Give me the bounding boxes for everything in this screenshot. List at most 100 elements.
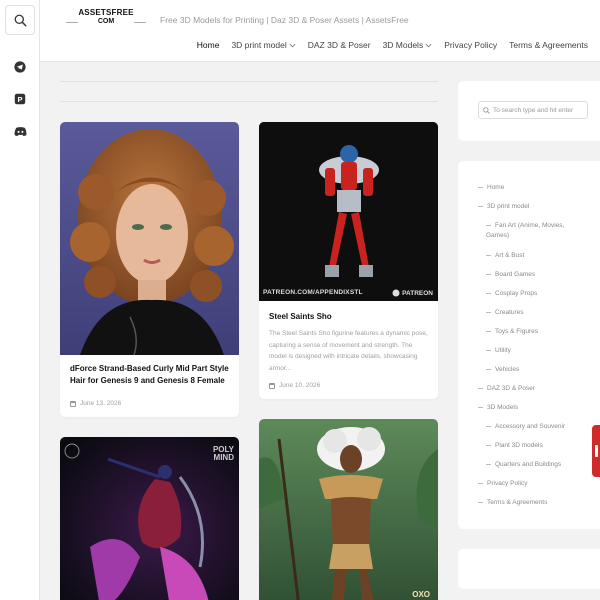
menu-item-board-games[interactable]: Board Games	[478, 270, 596, 279]
logo-rule-left	[66, 22, 78, 23]
menu-item-label: Home	[487, 184, 505, 191]
menu-item-label: Creatures	[495, 309, 524, 316]
patreon-label: PATREON	[402, 289, 433, 297]
nav-label: 3D print model	[231, 40, 287, 50]
floating-side-tab[interactable]	[592, 425, 600, 477]
menu-item-quarters-buildings[interactable]: Quarters and Buildings	[478, 460, 596, 469]
menu-item-label: DAZ 3D & Poser	[487, 385, 536, 392]
post-card[interactable]: PATREON.COM/APPENDIXSTL PATREON Steel Sa…	[259, 122, 438, 399]
pinterest-link[interactable]: P	[13, 92, 27, 106]
menu-item-label: Utility	[495, 347, 511, 354]
post-date-text: June 13, 2026	[80, 400, 122, 407]
menu-item-terms[interactable]: Terms & Agreements	[478, 498, 596, 507]
search-placeholder: To search type and hit enter	[493, 106, 574, 114]
thumbnail-watermark: POLY MIND	[212, 445, 234, 462]
menu-item-fan-art[interactable]: Fan Art (Anime, Movies, Games)	[478, 221, 588, 241]
menu-item-label: Fan Art (Anime, Movies, Games)	[486, 222, 565, 239]
nav-label: Privacy Policy	[444, 40, 498, 50]
calendar-icon	[269, 382, 275, 389]
site-header: ASSETSFREE COM Free 3D Models for Printi…	[40, 0, 600, 62]
patreon-icon	[392, 289, 400, 297]
search-icon	[14, 14, 27, 27]
main-nav: Home 3D print model DAZ 3D & Poser 3D Mo…	[197, 40, 588, 50]
content-divider	[60, 101, 438, 102]
category-menu-widget: Home 3D print model Fan Art (Anime, Movi…	[458, 161, 600, 529]
svg-text:P: P	[17, 95, 22, 104]
menu-item-3d-print-model[interactable]: 3D print model	[478, 202, 596, 211]
menu-item-label: 3D Models	[487, 404, 519, 411]
menu-item-label: Accessory and Souvenir	[495, 423, 566, 430]
menu-item-accessory-souvenir[interactable]: Accessory and Souvenir	[478, 422, 596, 431]
post-excerpt: The Steel Saints Sho figurine features a…	[269, 330, 428, 372]
post-thumbnail[interactable]: PATREON.COM/APPENDIXSTL PATREON	[259, 122, 438, 301]
post-thumbnail[interactable]: OXO	[259, 419, 438, 600]
menu-item-label: Vehicles	[495, 366, 520, 373]
nav-home[interactable]: Home	[197, 40, 220, 50]
empty-widget	[458, 549, 600, 589]
discord-icon	[14, 126, 26, 136]
logo-line2: COM	[97, 18, 115, 25]
pinterest-icon: P	[14, 93, 26, 105]
menu-item-vehicles[interactable]: Vehicles	[478, 365, 596, 374]
menu-item-label: Board Games	[495, 271, 536, 278]
post-card[interactable]: OXO	[259, 419, 438, 600]
thumbnail-watermark: OXO	[412, 590, 430, 599]
site-logo[interactable]: ASSETSFREE COM	[66, 8, 146, 32]
search-widget: To search type and hit enter	[458, 81, 600, 141]
menu-item-label: 3D print model	[487, 203, 530, 210]
patreon-badge: PATREON	[392, 289, 433, 297]
telegram-icon	[14, 61, 26, 73]
post-title[interactable]: Steel Saints Sho	[269, 311, 428, 323]
menu-item-label: Quarters and Buildings	[495, 461, 562, 468]
logo-rule-right	[134, 22, 146, 23]
category-menu: Home 3D print model Fan Art (Anime, Movi…	[478, 183, 596, 507]
menu-item-plant-3d-models[interactable]: Plant 3D models	[478, 441, 596, 450]
menu-item-privacy-policy[interactable]: Privacy Policy	[478, 479, 596, 488]
nav-terms[interactable]: Terms & Agreements	[509, 40, 588, 50]
menu-item-utility[interactable]: Utility	[478, 346, 596, 355]
telegram-link[interactable]	[13, 60, 27, 74]
menu-item-3d-models[interactable]: 3D Models	[478, 403, 596, 412]
nav-privacy-policy[interactable]: Privacy Policy	[444, 40, 497, 50]
menu-item-daz-3d-poser[interactable]: DAZ 3D & Poser	[478, 384, 596, 393]
nav-3d-print-model[interactable]: 3D print model	[231, 40, 296, 50]
nav-3d-models[interactable]: 3D Models	[383, 40, 433, 50]
menu-item-toys-figures[interactable]: Toys & Figures	[478, 327, 596, 336]
post-thumbnail[interactable]: POLY MIND	[60, 437, 239, 600]
site-tagline: Free 3D Models for Printing | Daz 3D & P…	[160, 15, 409, 25]
menu-item-label: Toys & Figures	[495, 328, 538, 335]
nav-label: 3D Models	[382, 40, 424, 50]
menu-item-creatures[interactable]: Creatures	[478, 308, 596, 317]
left-rail: P	[0, 0, 40, 600]
thumbnail-watermark: PATREON.COM/APPENDIXSTL	[263, 289, 363, 296]
menu-item-art-bust[interactable]: Art & Bust	[478, 251, 596, 260]
menu-item-home[interactable]: Home	[478, 183, 596, 192]
menu-item-label: Privacy Policy	[487, 480, 528, 487]
search-toggle-button[interactable]	[5, 5, 35, 35]
post-date-text: June 10, 2026	[279, 382, 321, 389]
chevron-down-icon	[289, 43, 296, 47]
menu-item-label: Plant 3D models	[495, 442, 543, 449]
post-date: June 10, 2026	[269, 382, 320, 389]
post-title[interactable]: dForce Strand-Based Curly Mid Part Style…	[70, 363, 229, 387]
calendar-icon	[70, 400, 76, 407]
post-card[interactable]: dForce Strand-Based Curly Mid Part Style…	[60, 122, 239, 417]
menu-item-cosplay-props[interactable]: Cosplay Props	[478, 289, 596, 298]
discord-link[interactable]	[13, 124, 27, 138]
storm-model-image	[259, 419, 438, 600]
chevron-down-icon	[425, 43, 432, 47]
menu-item-label: Art & Bust	[495, 252, 525, 259]
post-card[interactable]: POLY MIND	[60, 437, 239, 600]
hair-model-image	[60, 122, 239, 355]
nav-label: Terms & Agreements	[509, 40, 588, 50]
menu-item-label: Cosplay Props	[495, 290, 538, 297]
steel-saints-image	[259, 122, 438, 301]
menu-item-label: Terms & Agreements	[487, 499, 548, 506]
nav-daz-3d-poser[interactable]: DAZ 3D & Poser	[308, 40, 371, 50]
search-icon	[483, 106, 490, 114]
logo-line1: ASSETSFREE	[78, 8, 134, 17]
post-thumbnail[interactable]	[60, 122, 239, 355]
sidebar-search-input[interactable]: To search type and hit enter	[478, 101, 588, 119]
nav-label: Home	[196, 40, 220, 50]
post-date: June 13, 2026	[70, 400, 121, 407]
